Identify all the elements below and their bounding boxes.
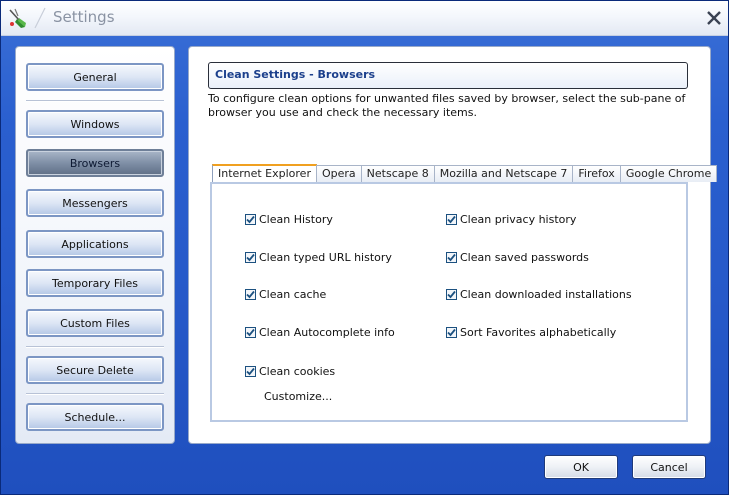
tab-google-chrome[interactable]: Google Chrome	[619, 165, 718, 182]
tab-internet-explorer[interactable]: Internet Explorer	[212, 164, 317, 183]
checkbox-checked-icon	[245, 366, 256, 377]
window-title: Settings	[53, 8, 115, 26]
sidebar-item-temporary-files[interactable]: Temporary Files	[26, 269, 164, 297]
checkbox-checked-icon	[446, 252, 457, 263]
checkbox-label: Clean privacy history	[460, 213, 577, 226]
sidebar-item-windows[interactable]: Windows	[26, 110, 164, 138]
tab-firefox[interactable]: Firefox	[572, 165, 621, 182]
title-separator-icon	[34, 7, 46, 29]
checkbox-checked-icon	[245, 252, 256, 263]
checkbox-label: Clean History	[259, 213, 333, 226]
sidebar-divider	[26, 393, 164, 395]
sidebar: General Windows Browsers Messengers Appl…	[15, 46, 175, 444]
checkbox-checked-icon	[446, 327, 457, 338]
clean-history-checkbox[interactable]: Clean History	[245, 213, 333, 226]
sidebar-item-browsers[interactable]: Browsers	[26, 149, 164, 177]
clean-cache-checkbox[interactable]: Clean cache	[245, 288, 326, 301]
settings-window: Settings General Windows Browsers Messen…	[0, 0, 729, 495]
app-broom-icon	[9, 8, 26, 28]
checkbox-checked-icon	[245, 327, 256, 338]
sidebar-item-applications[interactable]: Applications	[26, 230, 164, 258]
browser-tabs: Internet Explorer Opera Netscape 8 Mozil…	[212, 164, 718, 183]
tab-opera[interactable]: Opera	[315, 165, 362, 182]
cancel-button[interactable]: Cancel	[632, 455, 706, 479]
checkbox-label: Clean saved passwords	[460, 251, 589, 264]
checkbox-checked-icon	[446, 214, 457, 225]
checkbox-label: Clean Autocomplete info	[259, 326, 395, 339]
sidebar-divider	[26, 346, 164, 348]
checkbox-label: Sort Favorites alphabetically	[460, 326, 617, 339]
title-bar[interactable]: Settings	[1, 1, 728, 36]
checkbox-checked-icon	[446, 289, 457, 300]
tab-netscape-8[interactable]: Netscape 8	[360, 165, 435, 182]
checkbox-label: Clean typed URL history	[259, 251, 392, 264]
sidebar-item-messengers[interactable]: Messengers	[26, 189, 164, 217]
clean-cookies-checkbox[interactable]: Clean cookies	[245, 365, 335, 378]
section-header: Clean Settings - Browsers	[208, 62, 688, 89]
section-description: To configure clean options for unwanted …	[208, 92, 686, 119]
clean-saved-passwords-checkbox[interactable]: Clean saved passwords	[446, 251, 589, 264]
checkbox-label: Clean downloaded installations	[460, 288, 632, 301]
sidebar-item-custom-files[interactable]: Custom Files	[26, 309, 164, 337]
clean-typed-url-history-checkbox[interactable]: Clean typed URL history	[245, 251, 392, 264]
clean-autocomplete-info-checkbox[interactable]: Clean Autocomplete info	[245, 326, 395, 339]
close-icon[interactable]	[704, 8, 724, 28]
checkbox-label: Clean cookies	[259, 365, 336, 378]
sidebar-item-general[interactable]: General	[26, 63, 164, 91]
sidebar-item-secure-delete[interactable]: Secure Delete	[26, 356, 164, 384]
content-panel: Clean Settings - Browsers To configure c…	[188, 46, 718, 444]
clean-downloaded-installations-checkbox[interactable]: Clean downloaded installations	[446, 288, 632, 301]
clean-privacy-history-checkbox[interactable]: Clean privacy history	[446, 213, 576, 226]
sidebar-item-schedule[interactable]: Schedule...	[26, 403, 164, 431]
checkbox-checked-icon	[245, 214, 256, 225]
sort-favorites-checkbox[interactable]: Sort Favorites alphabetically	[446, 326, 616, 339]
sidebar-divider	[26, 100, 164, 102]
ok-button[interactable]: OK	[544, 455, 618, 479]
customize-link[interactable]: Customize...	[264, 390, 332, 403]
checkbox-checked-icon	[245, 289, 256, 300]
checkbox-label: Clean cache	[259, 288, 327, 301]
tab-panel-internet-explorer: Clean History Clean privacy history Clea…	[210, 182, 688, 422]
tab-mozilla-netscape-7[interactable]: Mozilla and Netscape 7	[433, 165, 574, 182]
